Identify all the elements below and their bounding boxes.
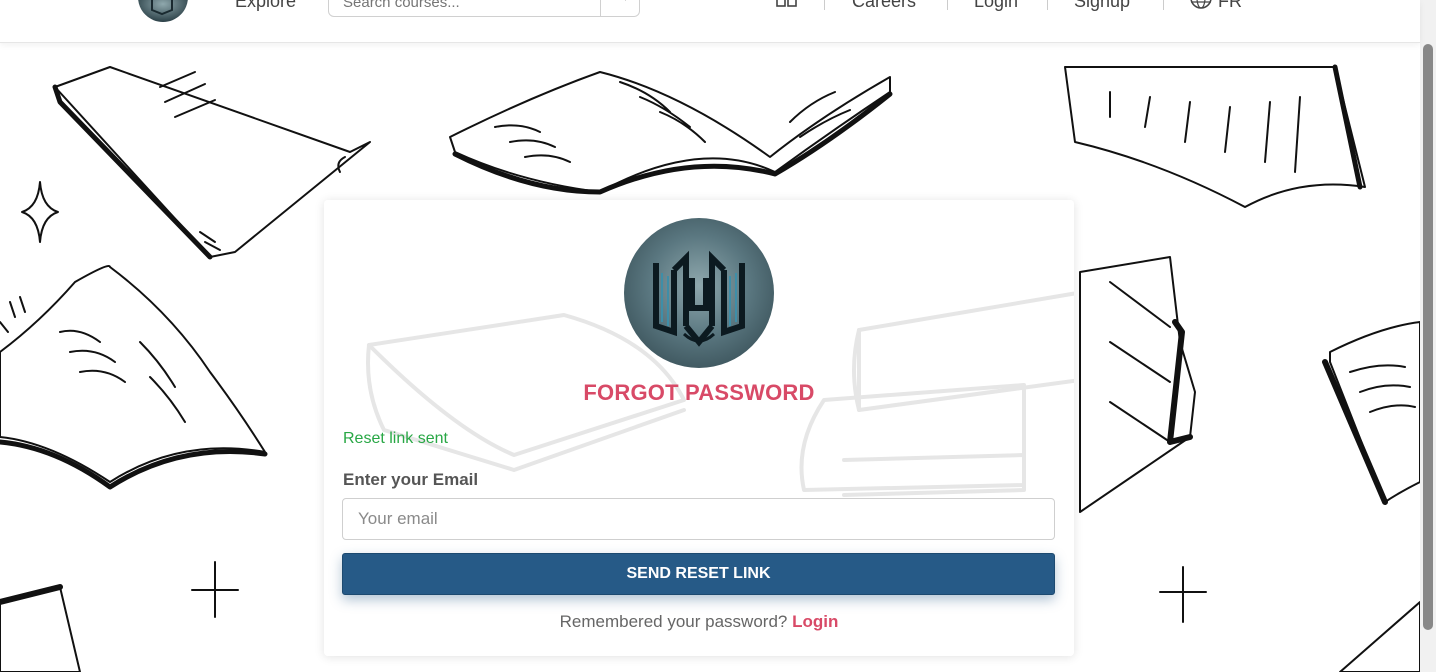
send-reset-link-button[interactable]: SEND RESET LINK [342,553,1055,595]
page-title: FORGOT PASSWORD [583,380,815,405]
nav-divider [947,0,948,10]
nav-explore-link[interactable]: Explore [235,0,296,12]
success-message: Reset link sent [343,430,448,447]
scrollbar-thumb[interactable] [1423,44,1433,630]
search-bar [328,0,640,17]
email-field[interactable] [342,498,1055,540]
search-icon [624,0,626,1]
nav-divider [1163,0,1164,10]
remember-password-row: Remembered your password? Login [324,612,1074,632]
nav-login-link[interactable]: Login [974,0,1018,12]
nav-divider [1047,0,1048,10]
top-nav: Explore Careers Login Signup FR [0,0,1420,43]
nav-signup-link[interactable]: Signup [1074,0,1130,12]
search-button[interactable] [600,0,639,16]
remember-text: Remembered your password? [559,612,793,631]
language-selector[interactable]: FR [1218,0,1242,12]
site-logo[interactable] [138,0,188,22]
logo-icon [624,218,774,368]
nav-careers-link[interactable]: Careers [852,0,916,12]
email-label: Enter your Email [343,470,479,489]
grid-icon[interactable] [776,0,798,8]
globe-icon[interactable] [1189,0,1213,10]
forgot-password-card: FORGOT PASSWORD Reset link sent Enter yo… [324,200,1074,656]
search-input[interactable] [329,0,612,14]
scrollbar[interactable] [1420,0,1436,672]
login-link[interactable]: Login [792,612,838,631]
nav-divider [824,0,825,10]
